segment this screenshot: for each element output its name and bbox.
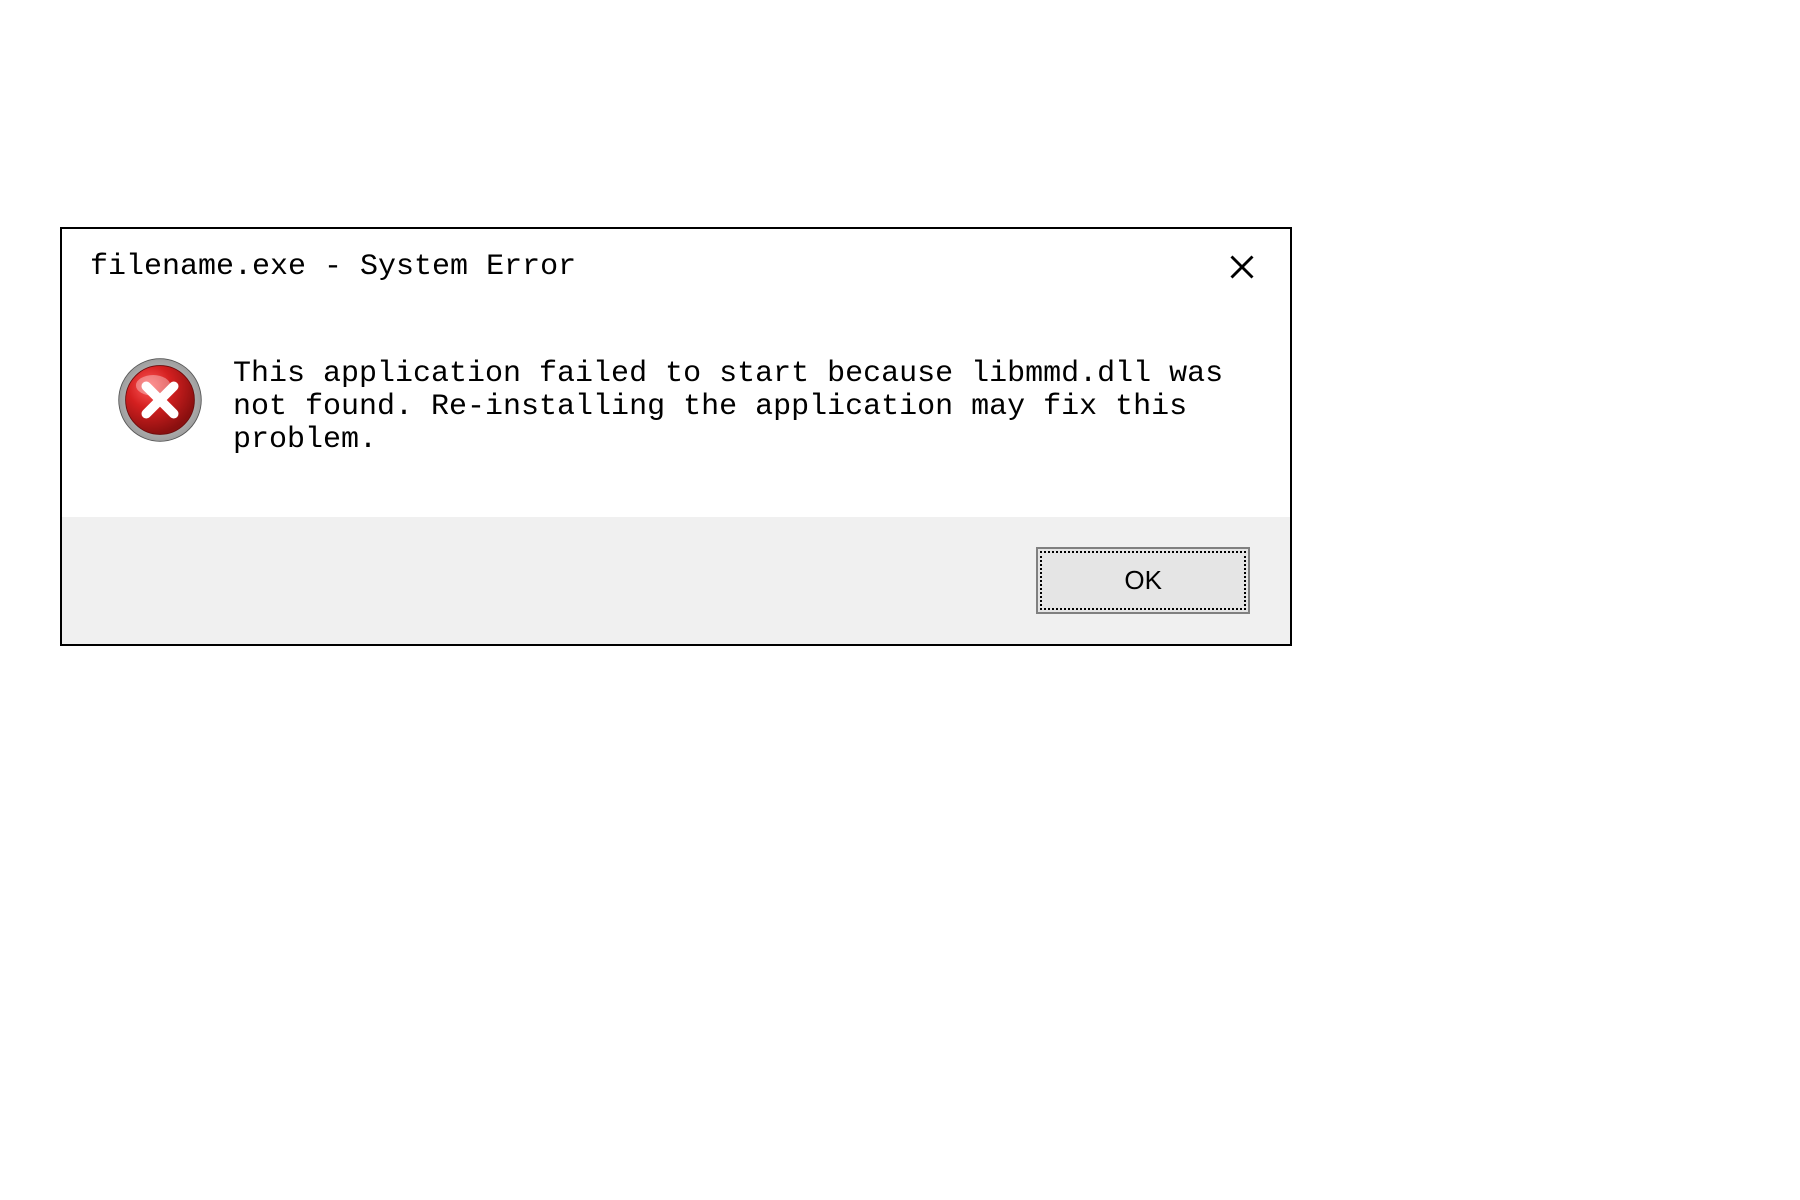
error-icon	[117, 357, 203, 443]
error-dialog: filename.exe - System Error	[60, 227, 1292, 646]
button-row: OK	[62, 517, 1290, 644]
close-icon	[1228, 253, 1256, 281]
ok-button[interactable]: OK	[1036, 547, 1250, 614]
dialog-title: filename.exe - System Error	[90, 250, 576, 284]
close-button[interactable]	[1222, 247, 1262, 287]
ok-button-label: OK	[1040, 551, 1246, 610]
error-message: This application failed to start because…	[233, 355, 1262, 457]
titlebar: filename.exe - System Error	[62, 229, 1290, 305]
content-area: This application failed to start because…	[62, 305, 1290, 517]
